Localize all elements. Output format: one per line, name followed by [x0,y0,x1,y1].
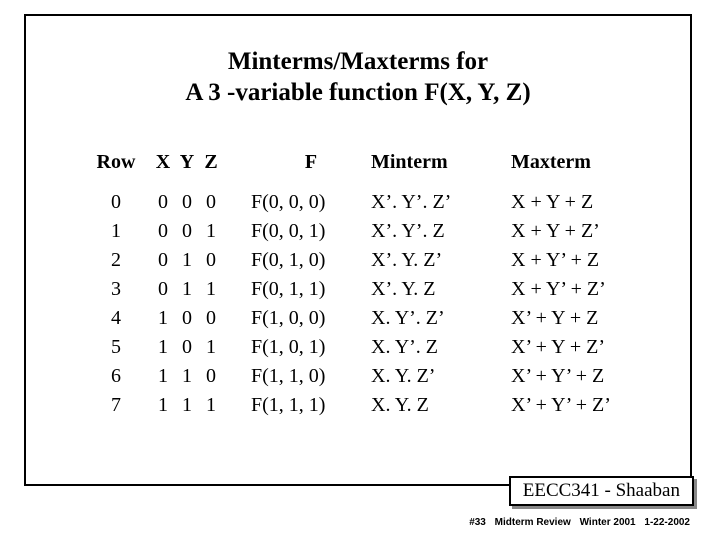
cell-x: 1 [151,391,175,420]
cell-maxterm: X + Y + Z’ [511,217,681,246]
cell-minterm: X. Y’. Z’ [371,304,511,333]
cell-f: F(1, 1, 1) [251,391,371,420]
table-header: Row X Y Z F Minterm Maxterm [81,151,691,174]
hdr-x: X [151,151,175,174]
cell-f: F(0, 0, 0) [251,188,371,217]
cell-z: 1 [199,391,223,420]
cell-minterm: X. Y. Z [371,391,511,420]
cell-y: 1 [175,391,199,420]
cell-f: F(0, 1, 0) [251,246,371,275]
cell-minterm: X’. Y. Z’ [371,246,511,275]
footer-slide-no: #33 [469,517,486,528]
cell-row: 6 [81,362,151,391]
cell-row: 5 [81,333,151,362]
cell-x: 0 [151,188,175,217]
footer-center: Midterm Review [495,517,571,528]
cell-row: 2 [81,246,151,275]
cell-maxterm: X’ + Y + Z [511,304,681,333]
cell-y: 1 [175,275,199,304]
title-line-1: Minterms/Maxterms for [228,48,488,75]
footer-term: Winter 2001 [580,517,636,528]
cell-x: 1 [151,333,175,362]
cell-x: 0 [151,246,175,275]
cell-x: 1 [151,362,175,391]
cell-z: 1 [199,217,223,246]
truth-table: Row X Y Z F Minterm Maxterm 0000F(0, 0, … [81,151,691,420]
cell-maxterm: X + Y’ + Z’ [511,275,681,304]
table-body: 0000F(0, 0, 0)X’. Y’. Z’X + Y + Z1001F(0… [81,188,691,420]
table-row: 2010F(0, 1, 0)X’. Y. Z’X + Y’ + Z [81,246,691,275]
cell-z: 0 [199,188,223,217]
cell-minterm: X. Y. Z’ [371,362,511,391]
table-row: 0000F(0, 0, 0)X’. Y’. Z’X + Y + Z [81,188,691,217]
hdr-y: Y [175,151,199,174]
cell-f: F(0, 0, 1) [251,217,371,246]
cell-minterm: X’. Y. Z [371,275,511,304]
cell-z: 1 [199,275,223,304]
cell-y: 0 [175,188,199,217]
cell-row: 3 [81,275,151,304]
footer-date: 1-22-2002 [644,517,690,528]
cell-x: 0 [151,275,175,304]
cell-row: 0 [81,188,151,217]
slide-title: Minterms/Maxterms for A 3 -variable func… [26,46,690,109]
cell-minterm: X. Y’. Z [371,333,511,362]
cell-y: 0 [175,333,199,362]
slide-frame: Minterms/Maxterms for A 3 -variable func… [24,14,692,486]
cell-maxterm: X + Y + Z [511,188,681,217]
cell-x: 1 [151,304,175,333]
hdr-minterm: Minterm [371,151,511,174]
table-row: 3011 F(0, 1, 1)X’. Y. ZX + Y’ + Z’ [81,275,691,304]
cell-row: 7 [81,391,151,420]
cell-y: 0 [175,304,199,333]
table-row: 5101F(1, 0, 1)X. Y’. ZX’ + Y + Z’ [81,333,691,362]
cell-maxterm: X’ + Y’ + Z’ [511,391,681,420]
hdr-f: F [251,151,371,174]
cell-f: F(0, 1, 1) [251,275,371,304]
cell-y: 1 [175,246,199,275]
cell-minterm: X’. Y’. Z [371,217,511,246]
table-row: 1001 F(0, 0, 1)X’. Y’. ZX + Y + Z’ [81,217,691,246]
cell-minterm: X’. Y’. Z’ [371,188,511,217]
cell-maxterm: X’ + Y + Z’ [511,333,681,362]
cell-z: 0 [199,246,223,275]
hdr-row: Row [81,151,151,174]
cell-x: 0 [151,217,175,246]
table-row: 4100 F(1, 0, 0)X. Y’. Z’X’ + Y + Z [81,304,691,333]
cell-f: F(1, 0, 0) [251,304,371,333]
table-row: 7111F(1, 1, 1)X. Y. ZX’ + Y’ + Z’ [81,391,691,420]
cell-row: 4 [81,304,151,333]
cell-z: 0 [199,362,223,391]
cell-f: F(1, 1, 0) [251,362,371,391]
hdr-maxterm: Maxterm [511,151,681,174]
cell-y: 1 [175,362,199,391]
slide-footer: #33 Midterm Review Winter 2001 1-22-2002 [463,517,690,528]
cell-y: 0 [175,217,199,246]
course-badge: EECC341 - Shaaban [509,476,694,506]
cell-maxterm: X’ + Y’ + Z [511,362,681,391]
cell-z: 1 [199,333,223,362]
cell-f: F(1, 0, 1) [251,333,371,362]
hdr-z: Z [199,151,223,174]
cell-maxterm: X + Y’ + Z [511,246,681,275]
title-line-2: A 3 -variable function F(X, Y, Z) [185,79,530,106]
table-row: 6110 F(1, 1, 0)X. Y. Z’X’ + Y’ + Z [81,362,691,391]
cell-z: 0 [199,304,223,333]
cell-row: 1 [81,217,151,246]
